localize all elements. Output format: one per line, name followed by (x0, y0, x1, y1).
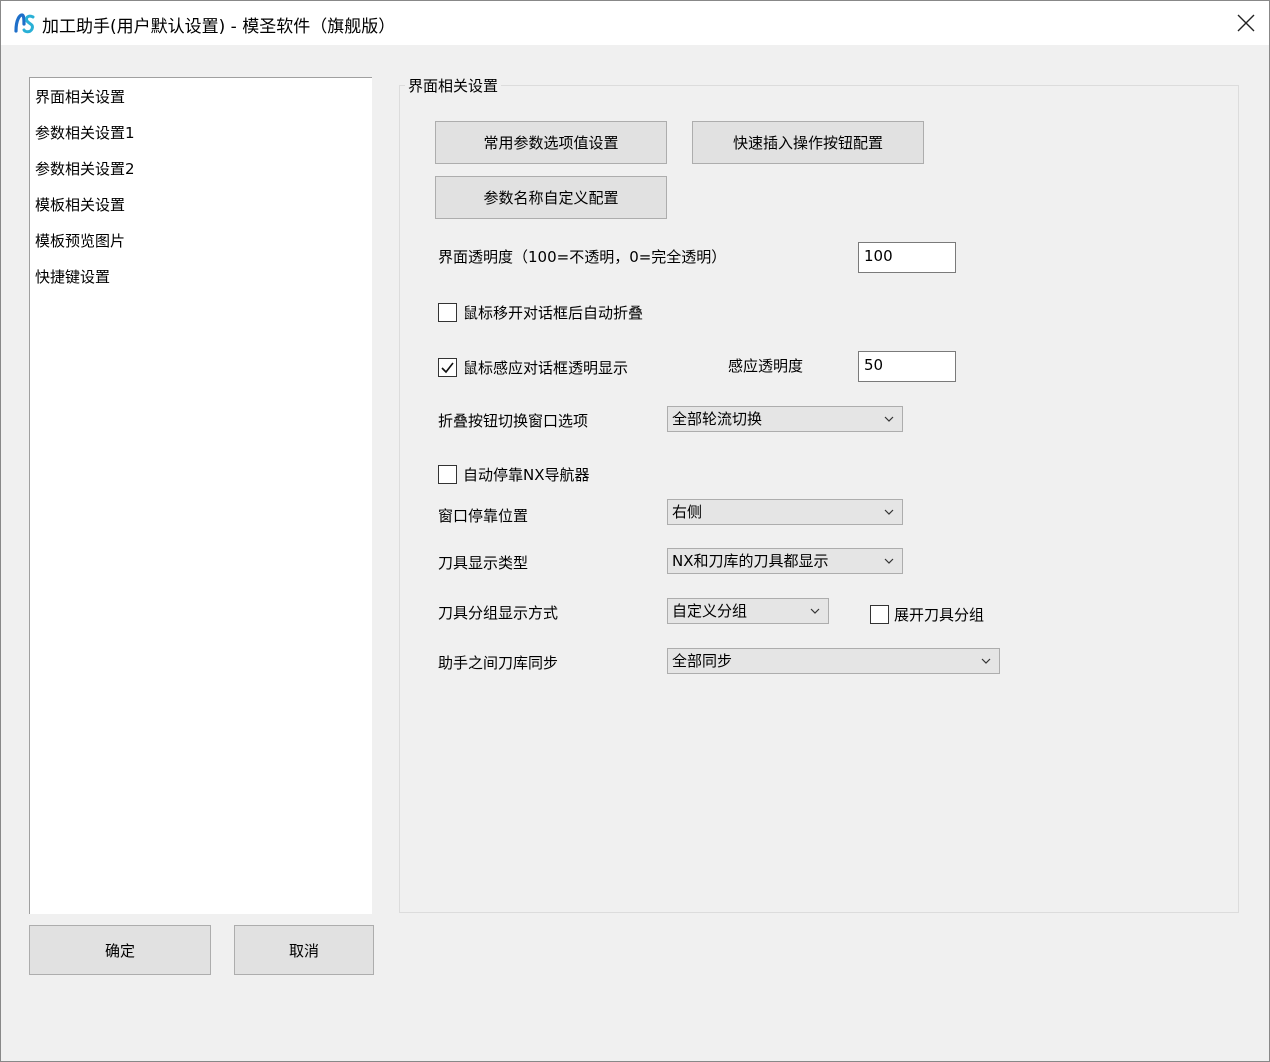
tool-display-label: 刀具显示类型 (438, 554, 529, 572)
cancel-button[interactable]: 取消 (234, 925, 374, 975)
fold-switch-value: 全部轮流切换 (672, 410, 763, 428)
close-icon (1237, 14, 1255, 32)
title-bar: 加工助手(用户默认设置) - 模圣软件（旗舰版） (1, 1, 1269, 45)
settings-window: 加工助手(用户默认设置) - 模圣软件（旗舰版） 界面相关设置 参数相关设置1 … (0, 0, 1270, 1062)
chevron-down-icon (884, 509, 894, 515)
nav-item-template-settings[interactable]: 模板相关设置 (35, 190, 125, 220)
tool-sync-value: 全部同步 (672, 652, 733, 670)
sense-transparency-input[interactable]: 50 (858, 351, 956, 382)
chevron-down-icon (884, 558, 894, 564)
tool-sync-select[interactable]: 全部同步 (667, 648, 1000, 674)
chevron-down-icon (810, 608, 820, 614)
fold-switch-select[interactable]: 全部轮流切换 (667, 406, 903, 432)
ok-button[interactable]: 确定 (29, 925, 211, 975)
close-button[interactable] (1223, 1, 1269, 45)
fold-switch-label: 折叠按钮切换窗口选项 (438, 412, 589, 430)
hover-transparent-checkbox[interactable] (438, 358, 457, 377)
auto-fold-checkbox[interactable] (438, 303, 457, 322)
tool-display-select[interactable]: NX和刀库的刀具都显示 (667, 548, 903, 574)
sense-transparency-label: 感应透明度 (728, 357, 804, 375)
expand-tool-group-label: 展开刀具分组 (894, 606, 985, 624)
chevron-down-icon (884, 416, 894, 422)
quick-insert-button[interactable]: 快速插入操作按钮配置 (692, 121, 924, 164)
transparency-label: 界面透明度（100=不透明，0=完全透明） (438, 248, 727, 266)
auto-dock-label: 自动停靠NX导航器 (463, 466, 590, 484)
nav-item-template-preview[interactable]: 模板预览图片 (35, 226, 125, 256)
settings-category-list[interactable]: 界面相关设置 参数相关设置1 参数相关设置2 模板相关设置 模板预览图片 快捷键… (29, 77, 372, 914)
app-logo-icon (14, 13, 35, 34)
nav-item-param-settings-2[interactable]: 参数相关设置2 (35, 154, 135, 184)
transparency-input[interactable]: 100 (858, 242, 956, 273)
group-title: 界面相关设置 (405, 75, 502, 96)
dock-position-select[interactable]: 右侧 (667, 499, 903, 525)
tool-group-label: 刀具分组显示方式 (438, 604, 559, 622)
auto-dock-checkbox[interactable] (438, 465, 457, 484)
nav-item-shortcut-settings[interactable]: 快捷键设置 (35, 262, 110, 292)
window-title: 加工助手(用户默认设置) - 模圣软件（旗舰版） (42, 17, 396, 37)
auto-fold-label: 鼠标移开对话框后自动折叠 (463, 304, 644, 322)
hover-transparent-label: 鼠标感应对话框透明显示 (463, 359, 629, 377)
dock-position-label: 窗口停靠位置 (438, 507, 529, 525)
nav-item-ui-settings[interactable]: 界面相关设置 (35, 82, 125, 112)
nav-item-param-settings-1[interactable]: 参数相关设置1 (35, 118, 135, 148)
tool-group-value: 自定义分组 (672, 602, 748, 620)
common-params-button[interactable]: 常用参数选项值设置 (435, 121, 667, 164)
tool-group-select[interactable]: 自定义分组 (667, 598, 829, 624)
tool-sync-label: 助手之间刀库同步 (438, 654, 559, 672)
chevron-down-icon (981, 658, 991, 664)
tool-display-value: NX和刀库的刀具都显示 (672, 552, 829, 570)
dock-position-value: 右侧 (672, 503, 703, 521)
param-names-button[interactable]: 参数名称自定义配置 (435, 176, 667, 219)
checkmark-icon (441, 362, 454, 374)
expand-tool-group-checkbox[interactable] (870, 605, 889, 624)
